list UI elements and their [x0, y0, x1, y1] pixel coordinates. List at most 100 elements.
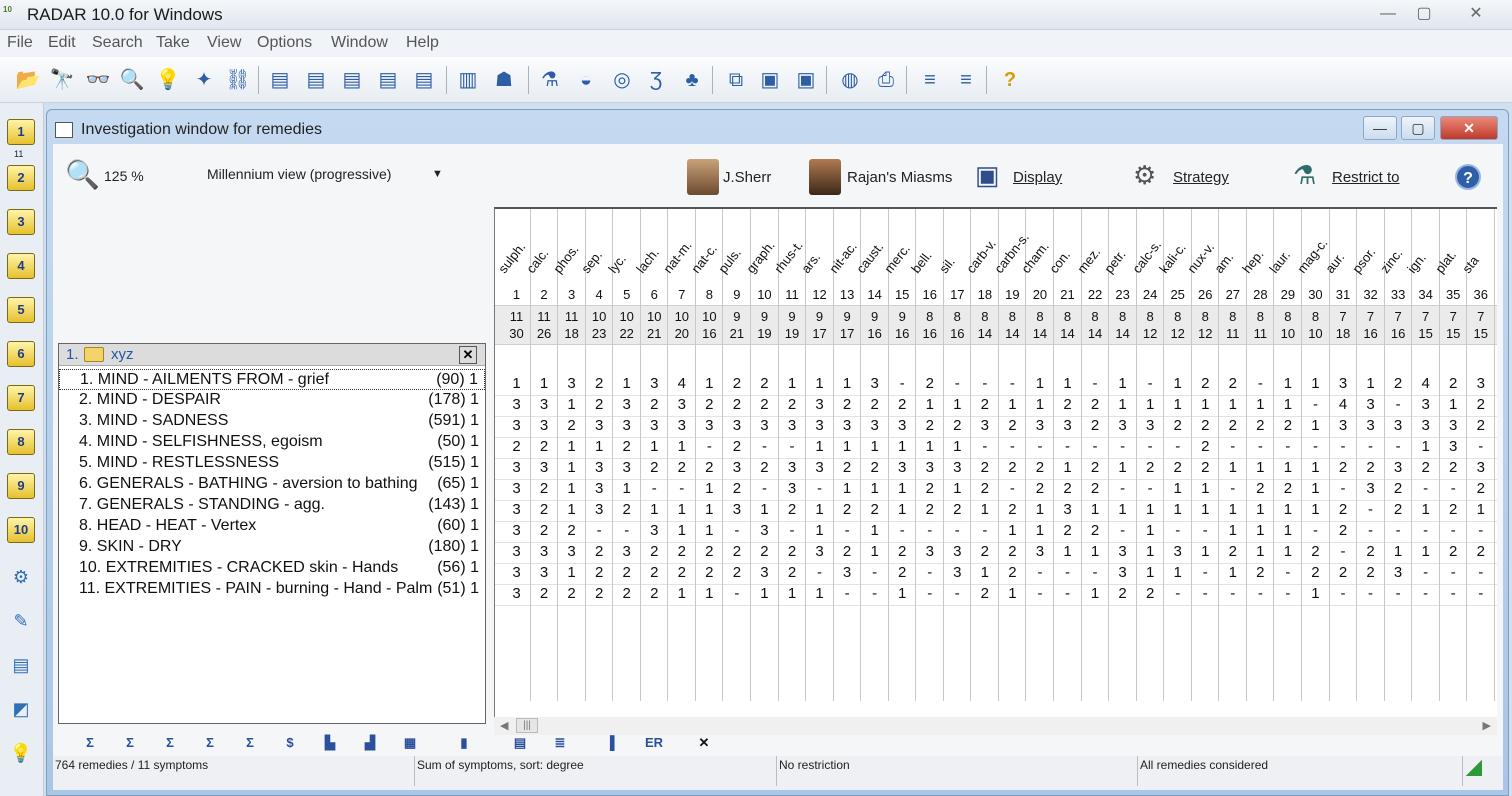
- grid-cell[interactable]: 1: [779, 375, 806, 392]
- grid-cell[interactable]: 2: [1192, 459, 1219, 476]
- grid-cell[interactable]: 2: [1330, 501, 1357, 518]
- grid-cell[interactable]: 2: [834, 396, 861, 413]
- grid-cell[interactable]: 1: [806, 438, 833, 455]
- lightbulb-icon[interactable]: 💡: [154, 66, 182, 94]
- remedy-name[interactable]: nit-ac.: [826, 239, 860, 276]
- grid-cell[interactable]: 1: [806, 522, 833, 539]
- grid-cell[interactable]: 1: [558, 501, 585, 518]
- grid-cell[interactable]: 2: [1440, 459, 1467, 476]
- grid-cell[interactable]: 2: [558, 585, 585, 602]
- grid-cell[interactable]: 1: [916, 438, 943, 455]
- grid-cell[interactable]: 2: [779, 564, 806, 581]
- grid-cell[interactable]: 1: [999, 396, 1026, 413]
- remedy-name[interactable]: graph.: [743, 238, 778, 276]
- grid-cell[interactable]: 2: [944, 417, 971, 434]
- grid-cell[interactable]: 3: [641, 417, 668, 434]
- grid-cell[interactable]: 2: [1440, 501, 1467, 518]
- menu-view[interactable]: View: [207, 34, 241, 52]
- glasses-icon[interactable]: 👓: [84, 66, 112, 94]
- grid-cell[interactable]: -: [1385, 585, 1412, 602]
- grid-cell[interactable]: -: [861, 585, 888, 602]
- grid-cell[interactable]: -: [1247, 585, 1274, 602]
- grid-cell[interactable]: 2: [1302, 543, 1329, 560]
- grid-cell[interactable]: 1: [1412, 438, 1439, 455]
- grid-cell[interactable]: 1: [861, 480, 888, 497]
- grid-cell[interactable]: 2: [1164, 417, 1191, 434]
- symptom-row[interactable]: 5. MIND - RESTLESSNESS (515) 1: [59, 453, 485, 474]
- grid-cell[interactable]: 2: [1082, 522, 1109, 539]
- window2-icon[interactable]: ▣: [792, 66, 820, 94]
- tools-icon[interactable]: ⚙: [7, 563, 35, 591]
- grid-cell[interactable]: 2: [696, 396, 723, 413]
- grid-cell[interactable]: 2: [1192, 417, 1219, 434]
- grid-cell[interactable]: 1: [834, 438, 861, 455]
- view-mode-select[interactable]: Millennium view (progressive): [207, 166, 391, 182]
- remedy-name[interactable]: sta: [1459, 253, 1481, 276]
- ruler2-icon[interactable]: ≡: [952, 66, 980, 94]
- grid-cell[interactable]: -: [1357, 585, 1384, 602]
- grid-cell[interactable]: 1: [641, 501, 668, 518]
- grid-cell[interactable]: 3: [1467, 375, 1494, 392]
- grid-cell[interactable]: -: [834, 585, 861, 602]
- grid-cell[interactable]: -: [999, 438, 1026, 455]
- grid-cell[interactable]: -: [971, 522, 998, 539]
- symptom-row[interactable]: 3. MIND - SADNESS (591) 1: [59, 411, 485, 432]
- grid-cell[interactable]: 2: [751, 459, 778, 476]
- grid-cell[interactable]: 2: [999, 543, 1026, 560]
- grid-cell[interactable]: 2: [723, 438, 750, 455]
- grid-cell[interactable]: 2: [971, 585, 998, 602]
- grid-cell[interactable]: 2: [944, 501, 971, 518]
- grid-cell[interactable]: 2: [613, 501, 640, 518]
- strategy-button[interactable]: Strategy: [1173, 169, 1229, 186]
- magnifier-icon[interactable]: 🔍: [118, 66, 146, 94]
- grid-cell[interactable]: 1: [1219, 396, 1246, 413]
- grid-cell[interactable]: 2: [1054, 480, 1081, 497]
- grid-cell[interactable]: 2: [1357, 459, 1384, 476]
- symptom-row[interactable]: 2. MIND - DESPAIR (178) 1: [59, 390, 485, 411]
- grid-cell[interactable]: 3: [1054, 417, 1081, 434]
- grid-cell[interactable]: 2: [889, 564, 916, 581]
- grid-cell[interactable]: -: [1412, 564, 1439, 581]
- grid-cell[interactable]: 2: [1302, 564, 1329, 581]
- ruler-icon[interactable]: ≡: [916, 66, 944, 94]
- grid-cell[interactable]: 1: [971, 564, 998, 581]
- grid-cell[interactable]: -: [944, 522, 971, 539]
- grid-cell[interactable]: -: [779, 438, 806, 455]
- bars-icon[interactable]: ▐: [597, 732, 623, 754]
- binoculars-icon[interactable]: 🔭: [48, 66, 76, 94]
- grid-cell[interactable]: 3: [641, 522, 668, 539]
- grid-cell[interactable]: 1: [696, 522, 723, 539]
- grid-cell[interactable]: 1: [1274, 375, 1301, 392]
- symptom-row[interactable]: 1. MIND - AILMENTS FROM - grief (90) 1: [59, 369, 485, 390]
- grid-cell[interactable]: 1: [1109, 396, 1136, 413]
- grid-cell[interactable]: 2: [613, 438, 640, 455]
- grid-cell[interactable]: 1: [944, 438, 971, 455]
- grid-cell[interactable]: 3: [531, 417, 558, 434]
- grid-cell[interactable]: 2: [586, 564, 613, 581]
- grid-cell[interactable]: 2: [1219, 543, 1246, 560]
- grid-cell[interactable]: 1: [806, 501, 833, 518]
- grid-cell[interactable]: 2: [1192, 438, 1219, 455]
- remedy-name[interactable]: petr.: [1101, 247, 1128, 276]
- grid-cell[interactable]: 1: [641, 438, 668, 455]
- grid-cell[interactable]: 2: [641, 459, 668, 476]
- grid-cell[interactable]: -: [1357, 522, 1384, 539]
- grid-cell[interactable]: -: [971, 375, 998, 392]
- grid-cell[interactable]: 2: [1137, 459, 1164, 476]
- grid-cell[interactable]: 2: [668, 564, 695, 581]
- grid-cell[interactable]: 3: [1109, 564, 1136, 581]
- grid-cell[interactable]: -: [1385, 522, 1412, 539]
- grid-cell[interactable]: 2: [641, 396, 668, 413]
- remedy-name[interactable]: hep.: [1239, 247, 1266, 276]
- child-maximize-button[interactable]: ▢: [1401, 116, 1435, 140]
- grid-cell[interactable]: 1: [1467, 501, 1494, 518]
- grid-cell[interactable]: -: [916, 585, 943, 602]
- grid-cell[interactable]: 2: [916, 501, 943, 518]
- grid-cell[interactable]: 2: [696, 564, 723, 581]
- grid-cell[interactable]: 3: [971, 417, 998, 434]
- menu-window[interactable]: Window: [331, 34, 388, 52]
- grid-cell[interactable]: -: [1137, 438, 1164, 455]
- grid-cell[interactable]: 2: [861, 501, 888, 518]
- grid-cell[interactable]: 1: [558, 480, 585, 497]
- grid-cell[interactable]: 3: [944, 543, 971, 560]
